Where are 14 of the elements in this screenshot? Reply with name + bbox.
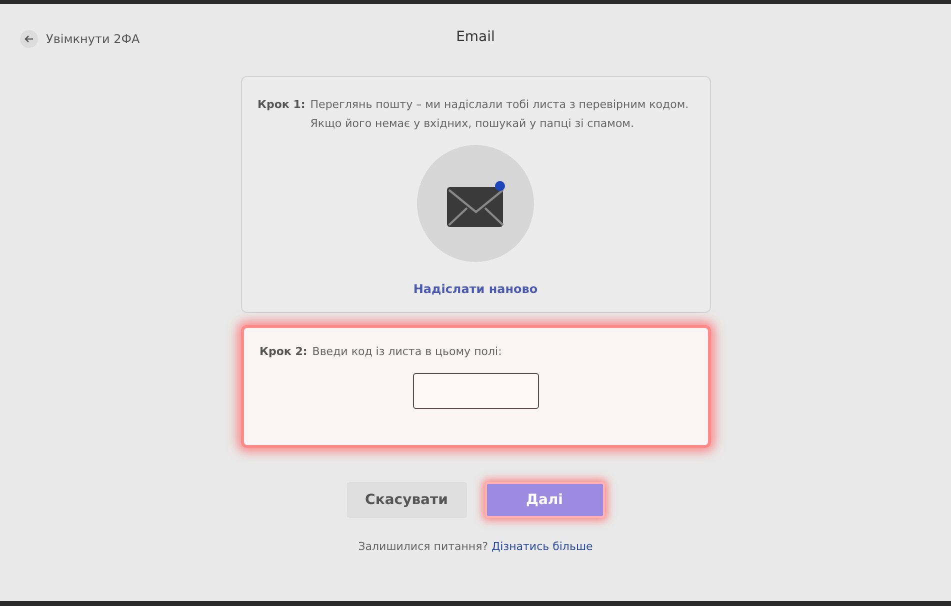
next-button[interactable]: Далі xyxy=(484,482,604,518)
step-label: Крок 1: xyxy=(258,97,306,113)
instruction-text: Переглянь пошту – ми надіслали тобі листа з перевірним кодом. xyxy=(310,97,689,113)
resend-link[interactable]: Надіслати наново xyxy=(413,282,538,296)
instruction-text: Якщо його немає у вхідних, пошукай у папці зі спамом. xyxy=(310,116,635,132)
instruction-text: Введи код із листа в цьому полі: xyxy=(312,344,502,360)
learn-more-link[interactable]: Дізнатись більше xyxy=(492,540,593,553)
code-input-field[interactable] xyxy=(412,373,538,409)
step-label: Крок 2: xyxy=(260,344,308,360)
back-button[interactable]: Увімкнути 2ФА xyxy=(20,30,140,48)
cancel-button[interactable]: Скасувати xyxy=(346,482,466,518)
envelope-icon xyxy=(444,178,506,228)
footer-text: Залишилися питання? xyxy=(358,540,488,553)
page-title: Email xyxy=(456,29,495,45)
